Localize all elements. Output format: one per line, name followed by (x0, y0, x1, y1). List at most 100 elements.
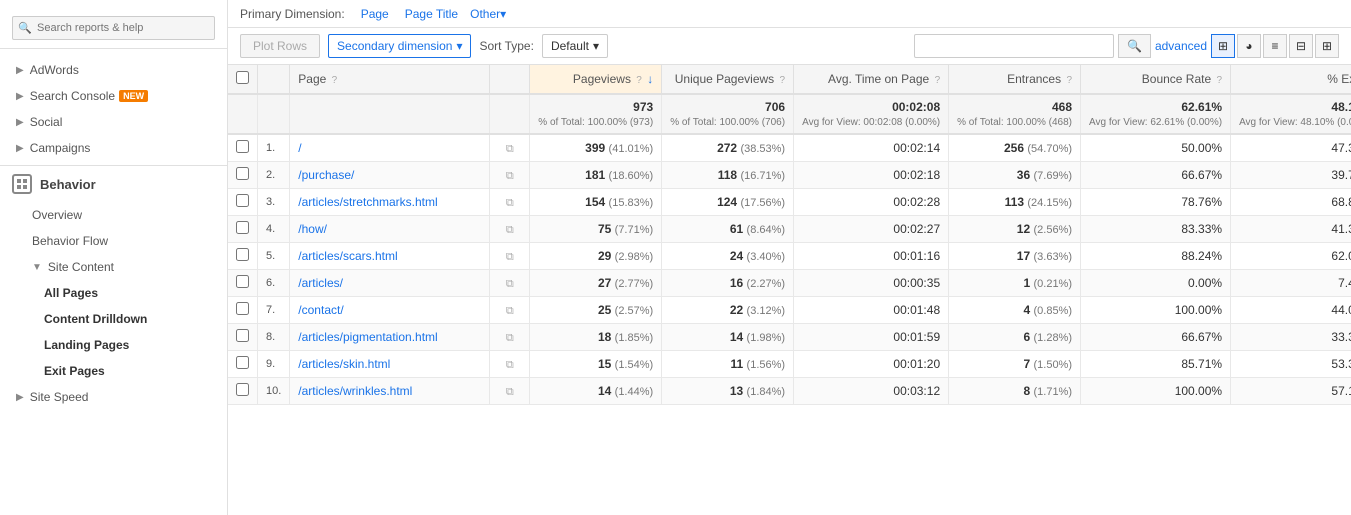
row-checkbox[interactable] (228, 134, 258, 162)
th-unique-pageviews[interactable]: Unique Pageviews ? (662, 65, 794, 94)
sidebar-item-social[interactable]: ▶ Social (0, 109, 227, 135)
sidebar-item-campaigns[interactable]: ▶ Campaigns (0, 135, 227, 161)
ext-link-icon[interactable]: ⧉ (506, 197, 514, 209)
page-link[interactable]: / (298, 141, 301, 155)
search-input[interactable] (12, 16, 215, 40)
row-ext-link[interactable]: ⧉ (490, 134, 530, 162)
row-select-checkbox[interactable] (236, 140, 249, 153)
tab-page[interactable]: Page (357, 5, 393, 23)
row-checkbox[interactable] (228, 351, 258, 378)
ext-link-icon[interactable]: ⧉ (506, 251, 514, 263)
secondary-dimension-button[interactable]: Secondary dimension ▾ (328, 34, 471, 58)
table-search-button[interactable]: 🔍 (1118, 34, 1151, 58)
table-search-input[interactable] (914, 34, 1114, 58)
sidebar-item-site-speed[interactable]: ▶ Site Speed (0, 384, 227, 410)
ext-link-icon[interactable]: ⧉ (506, 224, 514, 236)
row-unique: 14 (1.98%) (662, 324, 794, 351)
row-ext-link[interactable]: ⧉ (490, 324, 530, 351)
page-link[interactable]: /articles/scars.html (298, 249, 397, 263)
row-ext-link[interactable]: ⧉ (490, 351, 530, 378)
row-select-checkbox[interactable] (236, 329, 249, 342)
ext-link-icon[interactable]: ⧉ (506, 305, 514, 317)
ext-link-icon[interactable]: ⧉ (506, 332, 514, 344)
sidebar-item-site-content[interactable]: ▼ Site Content (0, 254, 227, 280)
ext-link-icon[interactable]: ⧉ (506, 278, 514, 290)
row-select-checkbox[interactable] (236, 356, 249, 369)
page-link[interactable]: /articles/ (298, 276, 343, 290)
row-entrances: 12 (2.56%) (949, 216, 1081, 243)
sort-type-select[interactable]: Default ▾ (542, 34, 608, 58)
row-select-checkbox[interactable] (236, 248, 249, 261)
th-bounce-rate[interactable]: Bounce Rate ? (1081, 65, 1231, 94)
row-page-link[interactable]: /contact/ (290, 297, 490, 324)
sidebar-item-behavior[interactable]: Behavior (0, 165, 227, 202)
page-link[interactable]: /articles/pigmentation.html (298, 330, 437, 344)
page-link[interactable]: /how/ (298, 222, 327, 236)
row-ext-link[interactable]: ⧉ (490, 162, 530, 189)
row-checkbox[interactable] (228, 378, 258, 405)
row-page-link[interactable]: /how/ (290, 216, 490, 243)
row-select-checkbox[interactable] (236, 383, 249, 396)
row-page-link[interactable]: /purchase/ (290, 162, 490, 189)
row-ext-link[interactable]: ⧉ (490, 378, 530, 405)
page-link[interactable]: /articles/stretchmarks.html (298, 195, 437, 209)
row-ext-link[interactable]: ⧉ (490, 216, 530, 243)
plot-rows-button[interactable]: Plot Rows (240, 34, 320, 58)
sidebar-item-exit-pages[interactable]: Exit Pages (0, 358, 227, 384)
advanced-link[interactable]: advanced (1155, 39, 1207, 53)
summary-br-val: 62.61% (1181, 100, 1222, 114)
row-select-checkbox[interactable] (236, 194, 249, 207)
view-icon-compare[interactable]: ⊟ (1289, 34, 1313, 58)
row-checkbox[interactable] (228, 297, 258, 324)
row-page-link[interactable]: /articles/skin.html (290, 351, 490, 378)
view-icon-list[interactable]: ≡ (1263, 34, 1287, 58)
row-ext-link[interactable]: ⧉ (490, 297, 530, 324)
row-page-link[interactable]: /articles/wrinkles.html (290, 378, 490, 405)
th-page[interactable]: Page ? (290, 65, 490, 94)
row-select-checkbox[interactable] (236, 221, 249, 234)
row-page-link[interactable]: /articles/pigmentation.html (290, 324, 490, 351)
row-checkbox[interactable] (228, 216, 258, 243)
page-link[interactable]: /articles/skin.html (298, 357, 390, 371)
view-icon-pie[interactable]: ◕ (1237, 34, 1261, 58)
row-select-checkbox[interactable] (236, 275, 249, 288)
sidebar-item-adwords[interactable]: ▶ AdWords (0, 57, 227, 83)
sidebar-item-content-drilldown[interactable]: Content Drilldown (0, 306, 227, 332)
ext-link-icon[interactable]: ⧉ (506, 386, 514, 398)
sidebar-item-all-pages[interactable]: All Pages (0, 280, 227, 306)
ext-link-icon[interactable]: ⧉ (506, 143, 514, 155)
row-checkbox[interactable] (228, 189, 258, 216)
view-icon-pivot[interactable]: ⊞ (1315, 34, 1339, 58)
primary-dim-label: Primary Dimension: (240, 7, 345, 21)
th-exit[interactable]: % Exit ? (1231, 65, 1351, 94)
tab-other-dropdown[interactable]: Other ▾ (470, 7, 506, 21)
row-checkbox[interactable] (228, 270, 258, 297)
th-entrances[interactable]: Entrances ? (949, 65, 1081, 94)
row-ext-link[interactable]: ⧉ (490, 189, 530, 216)
sidebar-item-search-console[interactable]: ▶ Search Console NEW (0, 83, 227, 109)
row-page-link[interactable]: /articles/scars.html (290, 243, 490, 270)
ext-link-icon[interactable]: ⧉ (506, 170, 514, 182)
page-link[interactable]: /articles/wrinkles.html (298, 384, 412, 398)
sidebar-item-behavior-flow[interactable]: Behavior Flow (0, 228, 227, 254)
row-page-link[interactable]: /articles/stretchmarks.html (290, 189, 490, 216)
tab-page-title[interactable]: Page Title (401, 5, 462, 23)
row-page-link[interactable]: / (290, 134, 490, 162)
select-all-checkbox[interactable] (236, 71, 249, 84)
row-page-link[interactable]: /articles/ (290, 270, 490, 297)
sidebar-item-landing-pages[interactable]: Landing Pages (0, 332, 227, 358)
view-icon-grid[interactable]: ⊞ (1211, 34, 1235, 58)
th-avg-time[interactable]: Avg. Time on Page ? (794, 65, 949, 94)
row-select-checkbox[interactable] (236, 302, 249, 315)
row-checkbox[interactable] (228, 324, 258, 351)
row-ext-link[interactable]: ⧉ (490, 270, 530, 297)
page-link[interactable]: /contact/ (298, 303, 343, 317)
row-checkbox[interactable] (228, 243, 258, 270)
page-link[interactable]: /purchase/ (298, 168, 354, 182)
row-select-checkbox[interactable] (236, 167, 249, 180)
sidebar-item-overview[interactable]: Overview (0, 202, 227, 228)
th-pageviews[interactable]: Pageviews ? ↓ (530, 65, 662, 94)
row-checkbox[interactable] (228, 162, 258, 189)
ext-link-icon[interactable]: ⧉ (506, 359, 514, 371)
row-ext-link[interactable]: ⧉ (490, 243, 530, 270)
